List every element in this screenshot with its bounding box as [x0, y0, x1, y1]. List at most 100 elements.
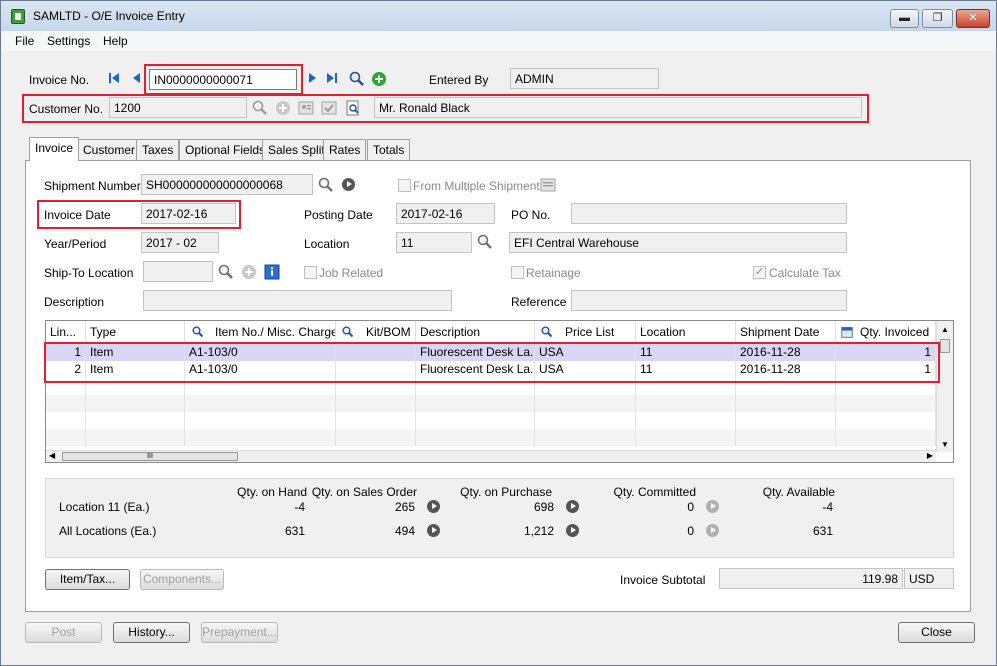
shipments-list-icon[interactable] [540, 177, 556, 193]
committed-drilldown-icon[interactable] [706, 500, 719, 513]
ship-to-location-field[interactable] [143, 261, 213, 282]
horizontal-scroll-thumb[interactable]: III [62, 452, 238, 461]
item-tax-button[interactable]: Item/Tax... [45, 569, 130, 590]
add-customer-icon[interactable] [275, 100, 291, 116]
grid-horizontal-scrollbar[interactable]: ◀ III ▶ [46, 450, 936, 462]
invoice-date-label: Invoice Date [44, 208, 111, 222]
tab-rates[interactable]: Rates [323, 139, 367, 160]
column-header-item-no[interactable]: Item No./ Misc. Charge [185, 321, 336, 343]
posting-date-label: Posting Date [304, 208, 373, 222]
retainage-checkbox[interactable] [511, 266, 524, 279]
scroll-down-arrow-icon[interactable]: ▼ [941, 440, 949, 449]
from-multiple-shipments-checkbox[interactable] [398, 179, 411, 192]
tab-totals[interactable]: Totals [367, 139, 411, 160]
maximize-button[interactable]: ❐ [922, 9, 953, 28]
location-qty-committed: 0 [687, 500, 694, 514]
scroll-up-arrow-icon[interactable]: ▲ [941, 325, 949, 334]
location-summary-label: Location 11 (Ea.) [59, 500, 150, 514]
scroll-right-arrow-icon[interactable]: ▶ [927, 451, 933, 460]
post-button[interactable]: Post [25, 622, 102, 643]
close-window-button[interactable]: ✕ [956, 9, 990, 28]
new-record-icon[interactable] [371, 71, 387, 87]
scroll-left-arrow-icon[interactable]: ◀ [49, 451, 55, 460]
item-finder-icon[interactable] [192, 326, 204, 338]
customer-inquiry-icon[interactable] [345, 100, 361, 116]
sales-order-drilldown-icon[interactable] [427, 500, 440, 513]
ship-to-finder-icon[interactable] [218, 264, 234, 280]
column-header-type[interactable]: Type [86, 321, 185, 343]
tab-optional-fields[interactable]: Optional Fields [179, 139, 272, 160]
tab-invoice[interactable]: Invoice [29, 137, 80, 161]
menu-settings[interactable]: Settings [47, 34, 90, 48]
all-sales-order-drilldown-icon[interactable] [427, 524, 440, 537]
empty-cell [836, 395, 936, 412]
calendar-icon[interactable] [841, 326, 853, 338]
job-related-checkbox[interactable] [304, 266, 317, 279]
empty-cell [535, 395, 636, 412]
add-ship-to-icon[interactable] [241, 264, 257, 280]
components-button[interactable]: Components... [140, 569, 224, 590]
finder-icon[interactable] [349, 71, 365, 87]
shipment-number-label: Shipment Number [44, 179, 141, 193]
tab-customer[interactable]: Customer [77, 139, 142, 160]
ship-to-info-icon[interactable] [264, 264, 280, 280]
invoice-date-field[interactable]: 2017-02-16 [141, 203, 236, 224]
tab-taxes[interactable]: Taxes [136, 139, 180, 160]
reference-label: Reference [511, 295, 567, 309]
column-header-line[interactable]: Lin... [46, 321, 86, 343]
empty-cell [86, 395, 185, 412]
table-row[interactable]: 1 Item A1-103/0 Fluorescent Desk La... U… [46, 344, 936, 361]
column-header-description[interactable]: Description [416, 321, 535, 343]
close-button[interactable]: Close [898, 622, 975, 643]
empty-cell [46, 378, 86, 395]
shipment-number-field[interactable]: SH000000000000000068 [141, 174, 313, 195]
all-locations-label: All Locations (Ea.) [59, 524, 157, 538]
po-no-label: PO No. [511, 208, 551, 222]
table-row[interactable]: 2 Item A1-103/0 Fluorescent Desk La... U… [46, 361, 936, 378]
calculate-tax-checkbox[interactable]: ✓ [753, 266, 766, 279]
credit-check-icon[interactable] [321, 100, 337, 116]
empty-cell [836, 429, 936, 446]
empty-cell [736, 395, 836, 412]
invoice-no-input[interactable]: IN0000000000071 [149, 69, 297, 90]
vertical-scroll-thumb[interactable] [940, 339, 950, 353]
app-icon [11, 9, 25, 24]
prepayment-button[interactable]: Prepayment... [201, 622, 278, 643]
invoice-no-label: Invoice No. [29, 73, 90, 87]
shipment-drilldown-icon[interactable] [342, 178, 355, 191]
grid-vertical-scrollbar[interactable]: ▲ ▼ [936, 321, 953, 452]
tab-sales-split[interactable]: Sales Split [262, 139, 331, 160]
empty-cell [46, 412, 86, 429]
price-list-finder-icon[interactable] [541, 326, 553, 338]
column-label-kit-bom: Kit/BOM [366, 325, 411, 339]
column-header-location[interactable]: Location [636, 321, 736, 343]
empty-cell [86, 429, 185, 446]
shipment-finder-icon[interactable] [318, 177, 334, 193]
reference-field[interactable] [571, 290, 847, 311]
customer-finder-icon[interactable] [252, 100, 268, 116]
all-committed-drilldown-icon[interactable] [706, 524, 719, 537]
posting-date-field[interactable]: 2017-02-16 [396, 203, 495, 224]
empty-cell [736, 412, 836, 429]
cell-price-list: USA [535, 344, 636, 361]
purchase-drilldown-icon[interactable] [566, 500, 579, 513]
minimize-button[interactable]: ▬ [890, 9, 919, 28]
history-button[interactable]: History... [113, 622, 190, 643]
customer-address-icon[interactable] [298, 100, 314, 116]
qty-available-header: Qty. Available [762, 485, 835, 499]
customer-no-field[interactable]: 1200 [109, 97, 247, 118]
cell-line: 2 [46, 361, 86, 378]
cell-qty-invoiced: 1 [836, 344, 936, 361]
empty-cell [836, 412, 936, 429]
location-finder-icon[interactable] [477, 234, 493, 250]
menu-help[interactable]: Help [103, 34, 128, 48]
po-no-field[interactable] [571, 203, 847, 224]
column-header-shipment-date[interactable]: Shipment Date [736, 321, 836, 343]
description-field[interactable] [143, 290, 452, 311]
location-code-field[interactable]: 11 [396, 232, 472, 253]
cell-shipment-date: 2016-11-28 [736, 361, 836, 378]
kit-finder-icon[interactable] [342, 326, 354, 338]
year-period-field[interactable]: 2017 - 02 [141, 232, 219, 253]
all-purchase-drilldown-icon[interactable] [566, 524, 579, 537]
menu-file[interactable]: File [15, 34, 34, 48]
